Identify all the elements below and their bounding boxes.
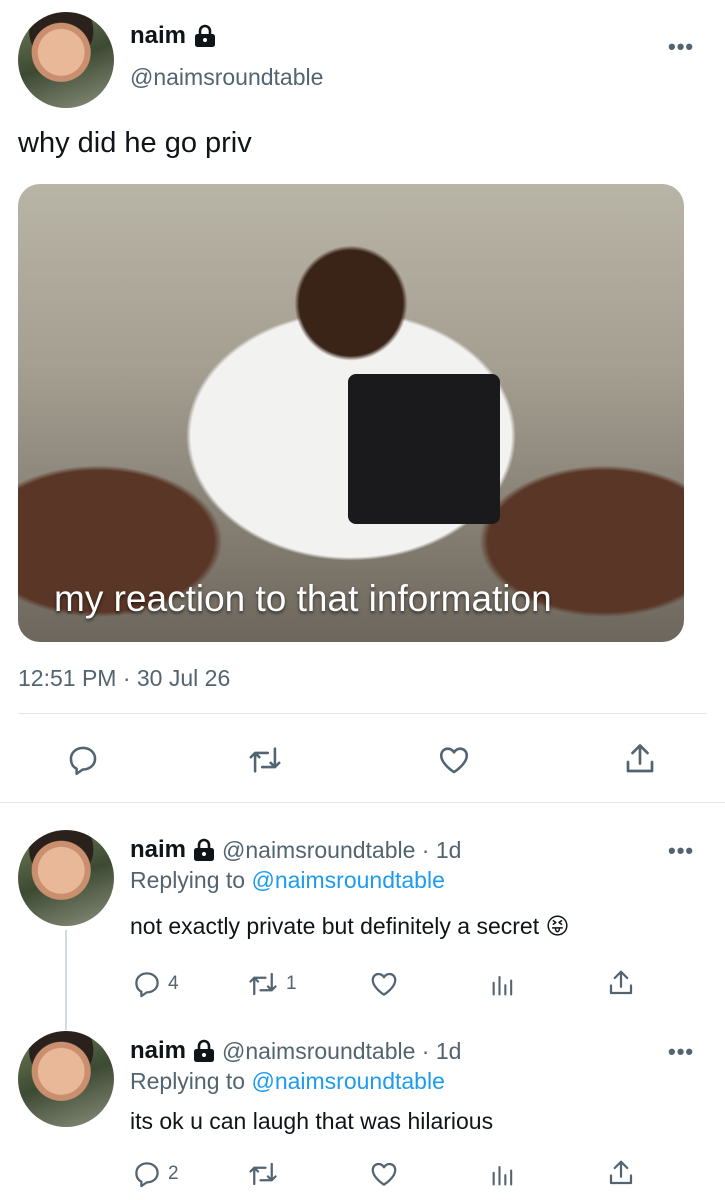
like-icon	[439, 747, 469, 774]
retweet-button[interactable]: 1	[246, 969, 297, 999]
share-button[interactable]	[622, 741, 658, 777]
lock-icon	[194, 24, 216, 48]
tweet-text: why did he go priv	[18, 127, 252, 159]
share-icon	[609, 970, 633, 995]
replying-prefix: Replying to	[130, 1068, 246, 1094]
lock-icon	[193, 838, 215, 862]
like-button[interactable]	[368, 1159, 400, 1189]
author-name[interactable]: naim	[130, 836, 186, 864]
author-row: naim	[130, 22, 216, 50]
tweet-media[interactable]: my reaction to that information	[18, 184, 684, 642]
views-icon	[492, 975, 513, 996]
replying-to: Replying to @naimsroundtable	[130, 867, 445, 894]
reply-count: 4	[168, 973, 179, 994]
reply-icon	[135, 1162, 159, 1188]
reply-icon	[69, 746, 97, 776]
author-name[interactable]: naim	[130, 1037, 186, 1065]
like-icon	[371, 1162, 397, 1186]
reply-text: its ok u can laugh that was hilarious	[130, 1108, 494, 1134]
like-button[interactable]	[368, 969, 400, 999]
avatar[interactable]	[18, 12, 114, 108]
reply-text-body: not exactly private but definitely a sec…	[130, 913, 540, 939]
views-button[interactable]	[489, 1160, 517, 1188]
views-button[interactable]	[489, 970, 517, 998]
media-caption: my reaction to that information	[54, 578, 552, 619]
thread-line	[65, 930, 67, 1030]
reply-button[interactable]	[66, 743, 100, 777]
share-icon	[626, 744, 654, 773]
retweet-icon	[249, 747, 281, 773]
more-icon[interactable]: •••	[668, 34, 694, 60]
share-button[interactable]	[606, 968, 636, 998]
reply-header: naim @naimsroundtable · 1d	[130, 836, 461, 864]
handle-time[interactable]: @naimsroundtable · 1d	[222, 837, 461, 864]
views-icon	[492, 1165, 513, 1186]
more-icon[interactable]: •••	[668, 838, 694, 864]
replying-to-link[interactable]: @naimsroundtable	[251, 1068, 444, 1094]
avatar[interactable]	[18, 1031, 114, 1127]
divider	[0, 802, 725, 803]
reply-header: naim @naimsroundtable · 1d	[130, 1037, 461, 1065]
reply-icon	[135, 972, 159, 998]
reply-button[interactable]: 2	[132, 1159, 179, 1189]
replying-to: Replying to @naimsroundtable	[130, 1068, 445, 1095]
replying-to-link[interactable]: @naimsroundtable	[251, 867, 444, 893]
retweet-icon	[249, 972, 277, 996]
retweet-button[interactable]	[246, 743, 284, 777]
author-handle[interactable]: @naimsroundtable	[130, 64, 323, 91]
retweet-icon	[249, 1162, 277, 1186]
lock-icon	[193, 1039, 215, 1063]
like-button[interactable]	[436, 743, 472, 777]
handle-time[interactable]: @naimsroundtable · 1d	[222, 1038, 461, 1065]
more-icon[interactable]: •••	[668, 1039, 694, 1065]
phone-shape	[348, 374, 500, 524]
retweet-count: 1	[286, 973, 297, 994]
reply-button[interactable]: 4	[132, 969, 179, 999]
reply-text: not exactly private but definitely a sec…	[130, 913, 569, 940]
retweet-button[interactable]	[246, 1159, 280, 1189]
tweet-timestamp[interactable]: 12:51 PM · 30 Jul 26	[18, 665, 230, 692]
divider	[18, 713, 706, 714]
avatar[interactable]	[18, 830, 114, 926]
squinting-tongue-emoji: 😝	[545, 913, 570, 939]
share-button[interactable]	[606, 1158, 636, 1188]
replying-prefix: Replying to	[130, 867, 246, 893]
reply-count: 2	[168, 1163, 179, 1184]
like-icon	[371, 972, 397, 996]
author-name[interactable]: naim	[130, 22, 186, 50]
share-icon	[609, 1160, 633, 1185]
